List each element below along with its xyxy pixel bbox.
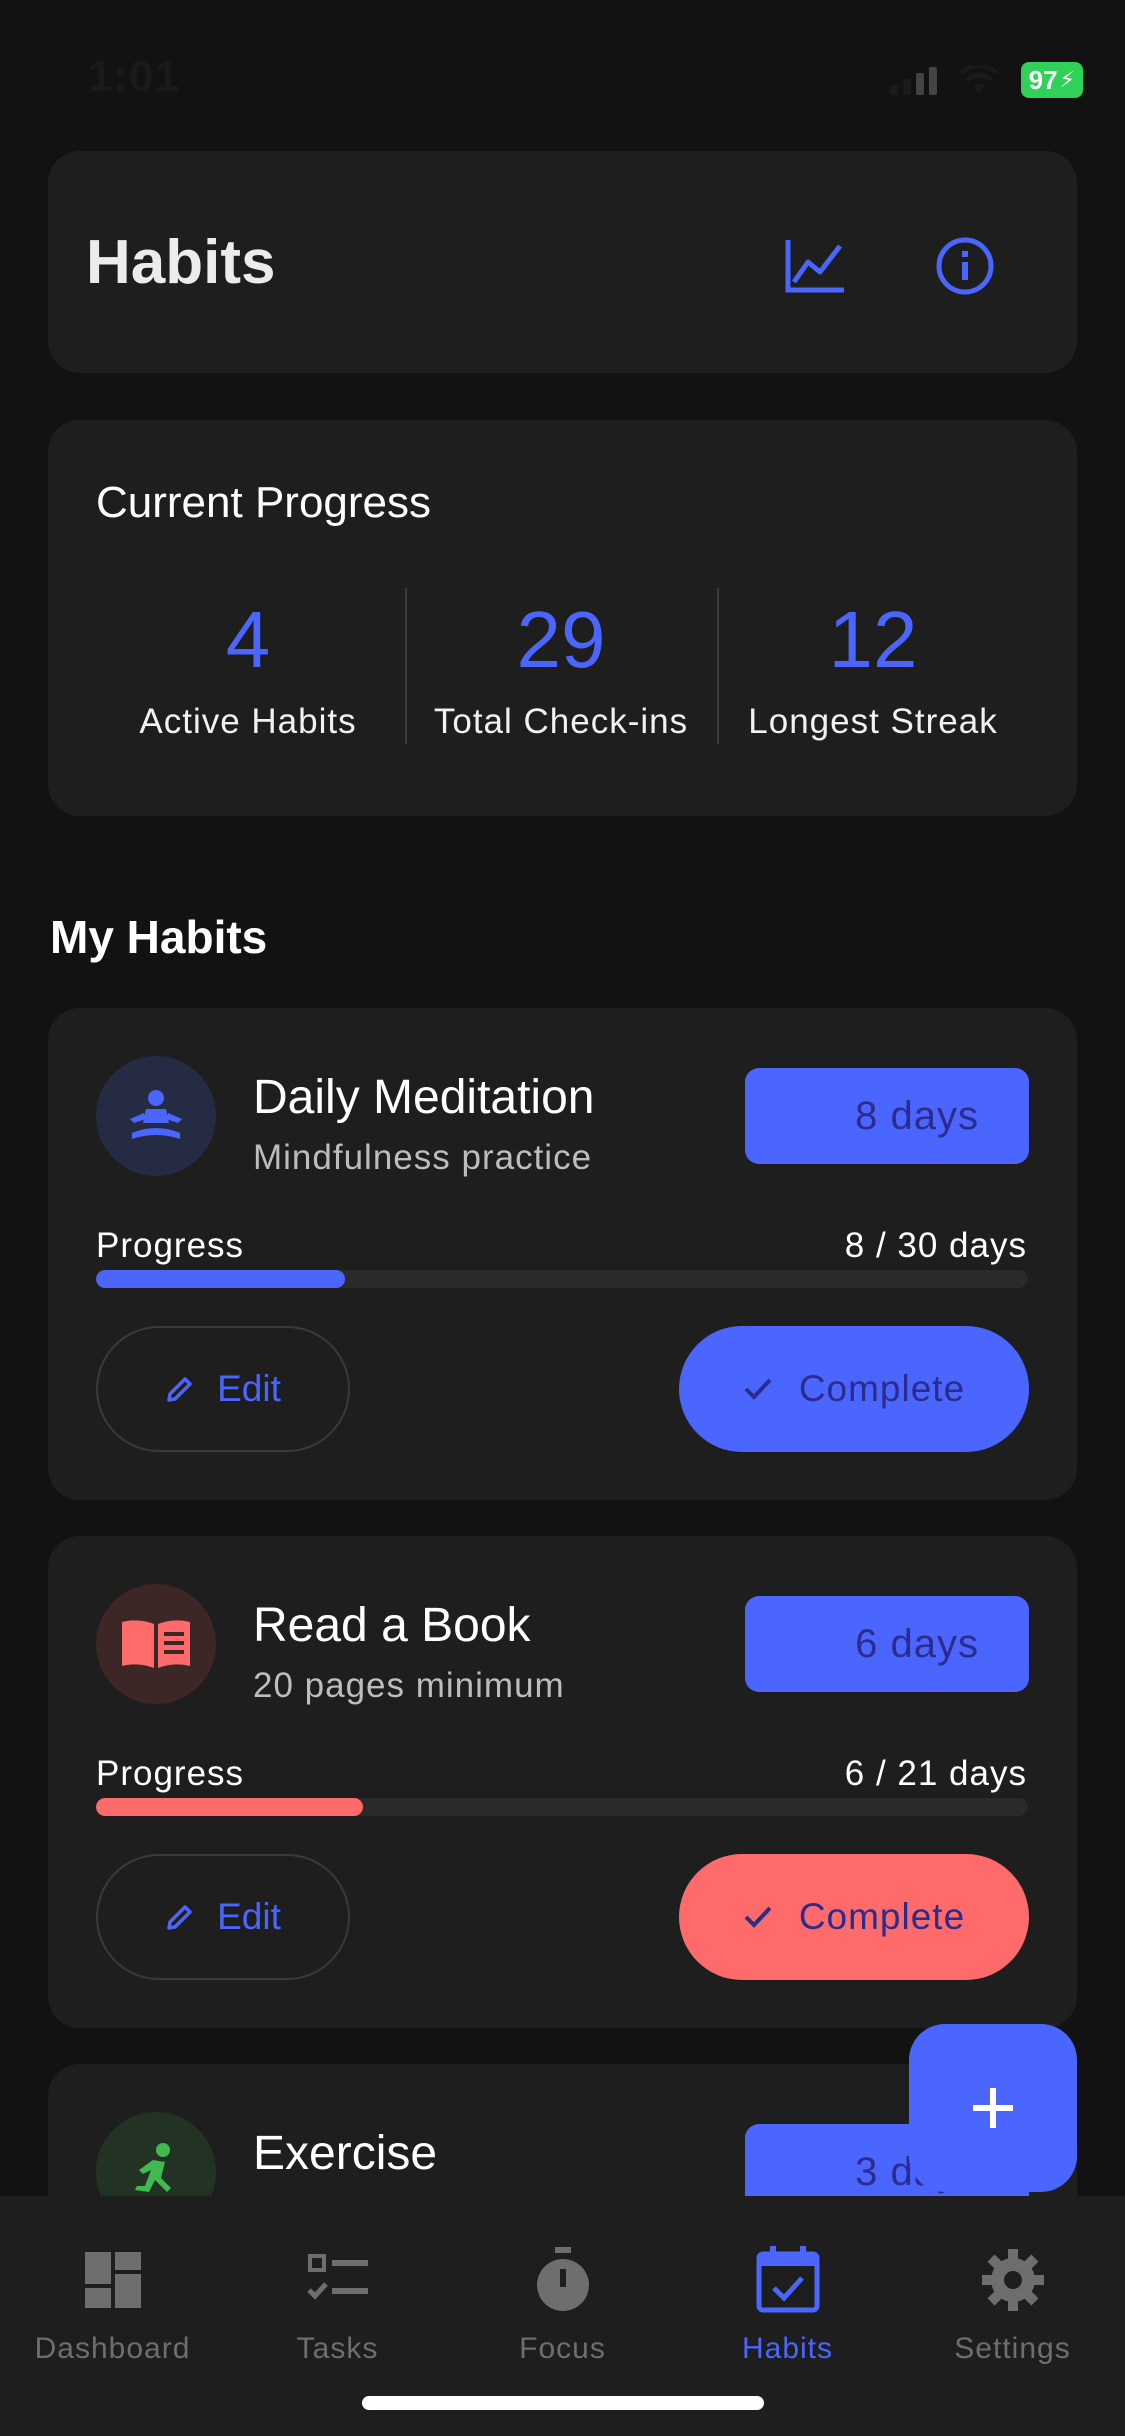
edit-label: Edit xyxy=(217,1368,281,1409)
nav-label: Focus xyxy=(519,2332,606,2365)
habit-name: Read a Book xyxy=(253,1599,531,1652)
meditation-icon xyxy=(130,1090,182,1139)
nav-label: Tasks xyxy=(296,2332,379,2365)
habit-icon-wrap xyxy=(96,1056,216,1176)
nav-label: Settings xyxy=(954,2332,1071,2365)
dashboard-icon xyxy=(84,2252,141,2308)
stat-divider xyxy=(405,588,407,744)
habit-card: Read a Book 20 pages minimum 6 days Prog… xyxy=(48,1536,1077,2028)
complete-button[interactable]: Complete xyxy=(679,1326,1029,1452)
streak-badge: 6 days xyxy=(745,1596,1029,1692)
plus-icon xyxy=(973,2088,1013,2128)
stat-label: Longest Streak xyxy=(748,702,998,741)
stat-label: Active Habits xyxy=(139,702,357,741)
section-title: My Habits xyxy=(50,911,268,963)
calendar-check-icon xyxy=(756,2246,819,2313)
tasks-icon xyxy=(306,2254,368,2300)
status-icons: 97 ⚡ xyxy=(889,62,1083,98)
stat-total-checkins: 29 Total Check-ins xyxy=(411,600,711,742)
status-time: 1:01 xyxy=(88,52,181,101)
stat-divider xyxy=(717,588,719,744)
progress-count: 6 / 21 days xyxy=(844,1754,1027,1793)
stat-active-habits: 4 Active Habits xyxy=(98,600,398,742)
nav-label: Dashboard xyxy=(34,2332,191,2365)
progress-card: Current Progress 4 Active Habits 29 Tota… xyxy=(48,420,1077,816)
streak-badge: 8 days xyxy=(745,1068,1029,1164)
home-indicator xyxy=(362,2396,764,2410)
progress-fill xyxy=(96,1798,363,1816)
info-icon xyxy=(936,237,994,295)
progress-bar xyxy=(96,1270,1028,1288)
check-icon xyxy=(744,1906,772,1928)
pencil-icon xyxy=(167,1377,192,1402)
progress-title: Current Progress xyxy=(96,478,432,527)
nav-item-habits[interactable]: Habits xyxy=(675,2240,900,2366)
complete-button[interactable]: Complete xyxy=(679,1854,1029,1980)
stats-button[interactable] xyxy=(780,231,850,301)
edit-button[interactable]: Edit xyxy=(96,1326,350,1452)
progress-fill xyxy=(96,1270,345,1288)
complete-label: Complete xyxy=(798,1368,966,1409)
habit-name: Exercise xyxy=(253,2127,438,2180)
nav-item-focus[interactable]: Focus xyxy=(450,2240,675,2366)
edit-button[interactable]: Edit xyxy=(96,1854,350,1980)
progress-bar xyxy=(96,1798,1028,1816)
stat-value: 29 xyxy=(516,595,606,684)
battery-level: 97 xyxy=(1028,64,1058,95)
nav-label: Habits xyxy=(741,2332,834,2365)
gear-icon xyxy=(981,2249,1044,2311)
battery-indicator: 97 ⚡ xyxy=(1020,62,1083,98)
page-title: Habits xyxy=(86,228,276,297)
habit-description: Mindfulness practice xyxy=(253,1138,593,1177)
progress-count: 8 / 30 days xyxy=(844,1226,1027,1265)
stat-value: 12 xyxy=(828,595,918,684)
running-icon xyxy=(135,2143,171,2192)
edit-label: Edit xyxy=(217,1896,281,1937)
progress-label: Progress xyxy=(96,1226,245,1265)
nav-item-tasks[interactable]: Tasks xyxy=(225,2240,450,2366)
stat-longest-streak: 12 Longest Streak xyxy=(723,600,1023,742)
signal-icon xyxy=(889,65,937,95)
pencil-icon xyxy=(167,1905,192,1930)
habit-description: 20 pages minimum xyxy=(253,1666,565,1705)
progress-label: Progress xyxy=(96,1754,245,1793)
info-button[interactable] xyxy=(930,231,1000,301)
habit-name: Daily Meditation xyxy=(253,1071,595,1124)
habit-icon-wrap xyxy=(96,1584,216,1704)
complete-label: Complete xyxy=(798,1896,966,1937)
wifi-icon xyxy=(958,65,999,93)
nav-item-dashboard[interactable]: Dashboard xyxy=(0,2240,225,2366)
timer-icon xyxy=(536,2247,589,2311)
check-icon xyxy=(744,1378,772,1400)
header-card: Habits xyxy=(48,151,1077,373)
nav-item-settings[interactable]: Settings xyxy=(900,2240,1125,2366)
habit-card: Daily Meditation Mindfulness practice 8 … xyxy=(48,1008,1077,1500)
stat-value: 4 xyxy=(225,595,271,684)
status-bar: 1:01 97 ⚡ xyxy=(0,0,1125,150)
book-icon xyxy=(122,1620,190,1668)
chart-line-icon xyxy=(785,240,844,293)
stat-label: Total Check-ins xyxy=(433,702,689,741)
add-habit-button[interactable] xyxy=(909,2024,1077,2192)
